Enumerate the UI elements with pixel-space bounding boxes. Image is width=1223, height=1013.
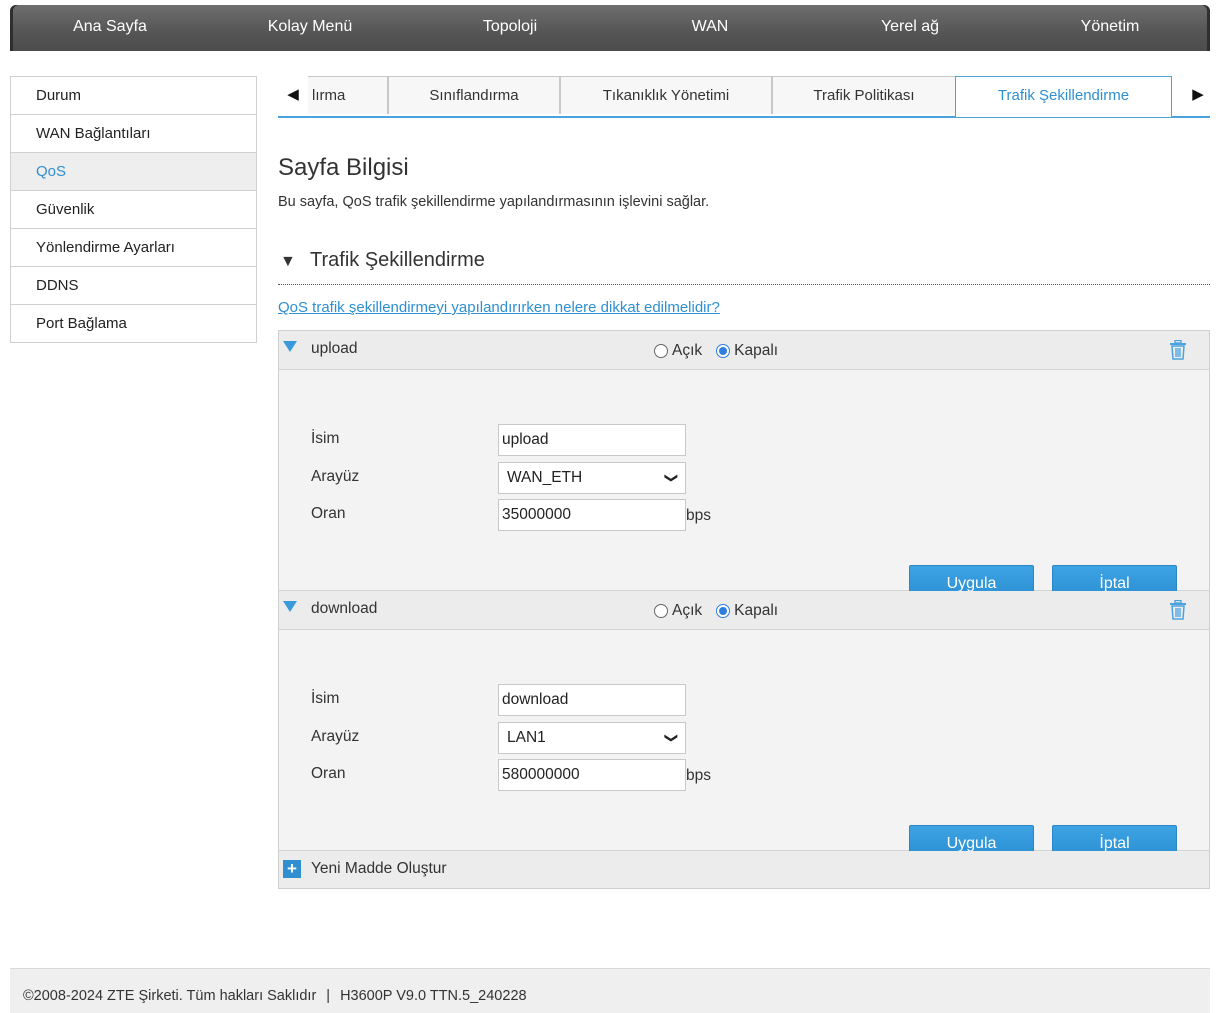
interface-label: Arayüz <box>311 468 360 485</box>
version-text: H3600P V9.0 TTN.5_240228 <box>340 988 527 1004</box>
shaping-panel: upload Açık Kapalı İsim Arayüz WAN_ETH ❯… <box>278 330 1210 889</box>
rate-input[interactable] <box>498 759 686 791</box>
nav-item-home[interactable]: Ana Sayfa <box>10 5 210 51</box>
interface-value: WAN_ETH <box>507 469 583 486</box>
tab-partial[interactable]: lırma <box>308 76 388 114</box>
rate-label: Oran <box>311 505 346 522</box>
interface-select[interactable]: LAN1 ❯ <box>498 722 686 754</box>
rate-unit: bps <box>686 507 711 524</box>
section-header[interactable]: ▼ Trafik Şekillendirme <box>278 248 1210 285</box>
nav-item-management[interactable]: Yönetim <box>1010 5 1210 51</box>
expand-triangle-icon[interactable] <box>283 341 297 352</box>
interface-select[interactable]: WAN_ETH ❯ <box>498 462 686 494</box>
radio-off[interactable] <box>716 344 731 358</box>
page-title: Sayfa Bilgisi <box>278 154 409 181</box>
tab-congestion-management[interactable]: Tıkanıklık Yönetimi <box>560 76 772 114</box>
right-triangle-icon: ▶ <box>1192 86 1204 103</box>
sidebar-item-port-binding[interactable]: Port Bağlama <box>11 305 256 343</box>
state-radio-group: Açık Kapalı <box>654 602 792 620</box>
tab-traffic-shaping[interactable]: Trafik Şekillendirme <box>955 76 1172 117</box>
radio-off-label: Kapalı <box>734 602 779 619</box>
collapse-triangle-icon[interactable]: ▼ <box>280 253 296 271</box>
entry-body-upload: İsim Arayüz WAN_ETH ❯ Oran bps Uygula İp… <box>279 370 1209 600</box>
tab-bar: ◀ lırma Sınıflandırma Tıkanıklık Yönetim… <box>278 76 1213 118</box>
expand-triangle-icon[interactable] <box>283 601 297 612</box>
nav-item-topology[interactable]: Topoloji <box>410 5 610 51</box>
radio-off-label: Kapalı <box>734 342 779 359</box>
entry-title: download <box>311 600 378 617</box>
chevron-down-icon: ❯ <box>664 732 680 744</box>
radio-on-label: Açık <box>672 602 703 619</box>
sidebar-item-ddns[interactable]: DDNS <box>11 267 256 305</box>
sidebar-item-qos[interactable]: QoS <box>11 153 256 191</box>
entry-header-download[interactable]: download Açık Kapalı <box>279 591 1209 630</box>
new-item-label[interactable]: Yeni Madde Oluştur <box>311 860 447 878</box>
trash-icon[interactable] <box>1169 600 1187 620</box>
radio-on-label: Açık <box>672 342 703 359</box>
radio-on[interactable] <box>654 604 668 618</box>
copyright-text: ©2008-2024 ZTE Şirketi. Tüm hakları Sakl… <box>23 988 317 1004</box>
rate-label: Oran <box>311 765 346 782</box>
nav-item-easy-menu[interactable]: Kolay Menü <box>210 5 410 51</box>
interface-value: LAN1 <box>507 729 546 746</box>
sidebar-item-security[interactable]: Güvenlik <box>11 191 256 229</box>
name-label: İsim <box>311 430 340 447</box>
chevron-down-icon: ❯ <box>664 472 680 484</box>
left-triangle-icon: ◀ <box>287 86 299 103</box>
footer-separator: | <box>326 988 331 1004</box>
sidebar-item-routing[interactable]: Yönlendirme Ayarları <box>11 229 256 267</box>
plus-icon[interactable]: + <box>283 860 301 878</box>
trash-icon[interactable] <box>1169 340 1187 360</box>
footer: ©2008-2024 ZTE Şirketi. Tüm hakları Sakl… <box>10 968 1210 1013</box>
nav-item-wan[interactable]: WAN <box>610 5 810 51</box>
footer-text: ©2008-2024 ZTE Şirketi. Tüm hakları Sakl… <box>23 988 527 1004</box>
name-input[interactable] <box>498 684 686 716</box>
tab-traffic-policy[interactable]: Trafik Politikası <box>772 76 956 114</box>
name-label: İsim <box>311 690 340 707</box>
new-item-row[interactable]: + Yeni Madde Oluştur <box>279 851 1209 888</box>
page-description: Bu sayfa, QoS trafik şekillendirme yapıl… <box>278 194 710 210</box>
rate-unit: bps <box>686 767 711 784</box>
name-input[interactable] <box>498 424 686 456</box>
interface-label: Arayüz <box>311 728 360 745</box>
entry-header-upload[interactable]: upload Açık Kapalı <box>279 331 1209 370</box>
sidebar-item-status[interactable]: Durum <box>11 77 256 115</box>
rate-input[interactable] <box>498 499 686 531</box>
nav-item-local-network[interactable]: Yerel ağ <box>810 5 1010 51</box>
tab-scroll-right-button[interactable]: ▶ <box>1183 76 1213 114</box>
sidebar-item-wan-connections[interactable]: WAN Bağlantıları <box>11 115 256 153</box>
entry-body-download: İsim Arayüz LAN1 ❯ Oran bps Uygula İptal <box>279 630 1209 860</box>
sidebar: Durum WAN Bağlantıları QoS Güvenlik Yönl… <box>10 76 257 343</box>
entry-title: upload <box>311 340 358 357</box>
state-radio-group: Açık Kapalı <box>654 342 792 360</box>
help-link[interactable]: QoS trafik şekillendirmeyi yapılandırırk… <box>278 299 720 316</box>
tab-classification[interactable]: Sınıflandırma <box>388 76 560 114</box>
radio-on[interactable] <box>654 344 668 358</box>
tab-scroll-left-button[interactable]: ◀ <box>278 76 308 114</box>
top-navigation: Ana Sayfa Kolay Menü Topoloji WAN Yerel … <box>10 5 1210 51</box>
section-title: Trafik Şekillendirme <box>310 249 485 271</box>
radio-off[interactable] <box>716 604 731 618</box>
